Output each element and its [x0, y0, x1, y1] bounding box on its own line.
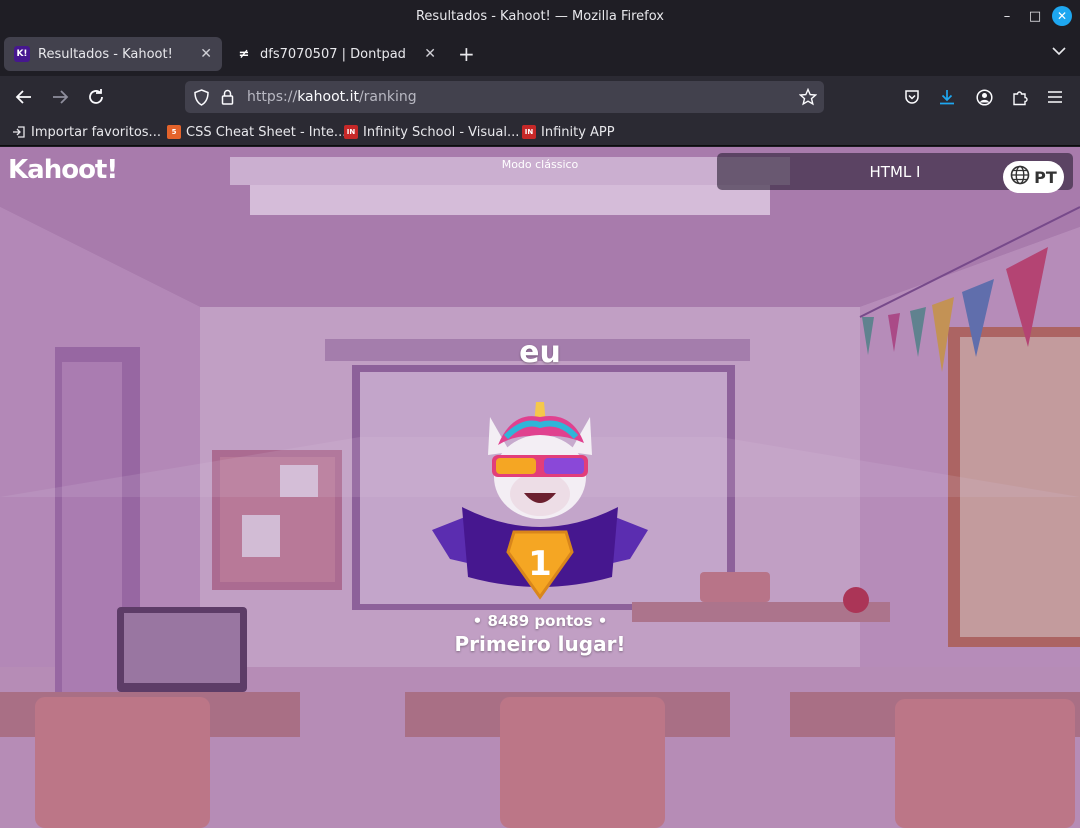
bookmark-label: Importar favoritos... [31, 124, 161, 140]
avatar-unicorn-badge: 1 [432, 402, 648, 600]
import-icon [12, 125, 26, 139]
minimize-icon[interactable]: – [997, 6, 1017, 26]
shield-icon[interactable] [194, 88, 212, 106]
bookmark-infinity-school[interactable]: IN Infinity School - Visual... [344, 123, 519, 141]
bookmark-infinity-app[interactable]: IN Infinity APP [522, 123, 615, 141]
player-placement: Primeiro lugar! [454, 632, 626, 656]
tab-list-chevron-down-icon[interactable] [1052, 45, 1066, 60]
infinity-app-icon: IN [522, 125, 536, 139]
extensions-puzzle-icon[interactable] [1010, 87, 1030, 107]
quiz-title: HTML I [869, 162, 921, 181]
bookmark-star-icon[interactable] [799, 88, 817, 106]
pocket-icon[interactable] [902, 87, 922, 107]
back-arrow-icon[interactable] [13, 86, 35, 108]
close-icon[interactable]: ✕ [1052, 6, 1072, 26]
bookmark-label: Infinity APP [541, 124, 615, 140]
tab-strip: K! Resultados - Kahoot! ✕ ≠ dfs7070507 |… [0, 33, 1080, 76]
bookmark-label: CSS Cheat Sheet - Inte... [186, 124, 347, 140]
rank-number: 1 [528, 544, 552, 584]
forward-arrow-icon[interactable] [49, 86, 71, 108]
reload-icon[interactable] [85, 86, 107, 108]
tab-label: Resultados - Kahoot! [38, 46, 173, 62]
language-selector-button[interactable]: PT [1003, 161, 1064, 193]
window-title: Resultados - Kahoot! — Mozilla Firefox [415, 9, 664, 24]
navigation-toolbar: https://kahoot.it/ranking [0, 76, 1080, 118]
address-bar[interactable]: https://kahoot.it/ranking [185, 81, 824, 113]
player-points: • 8489 pontos • [472, 612, 608, 630]
menu-hamburger-icon[interactable] [1045, 87, 1065, 107]
tab-dontpad[interactable]: ≠ dfs7070507 | Dontpad ✕ [226, 37, 446, 71]
bookmark-label: Infinity School - Visual... [363, 124, 520, 140]
bookmarks-toolbar: Importar favoritos... 5 CSS Cheat Sheet … [0, 118, 1080, 146]
globe-icon [1010, 165, 1030, 190]
tab-kahoot-results[interactable]: K! Resultados - Kahoot! ✕ [4, 37, 222, 71]
new-tab-plus-icon[interactable]: + [458, 44, 475, 64]
bookmark-css-cheat-sheet[interactable]: 5 CSS Cheat Sheet - Inte... [167, 123, 346, 141]
url-text[interactable]: https://kahoot.it/ranking [247, 89, 417, 105]
downloads-icon[interactable] [937, 87, 957, 107]
infinity-school-icon: IN [344, 125, 358, 139]
dontpad-favicon-icon: ≠ [238, 46, 250, 62]
tab-close-icon[interactable]: ✕ [424, 46, 436, 62]
lock-icon[interactable] [221, 88, 237, 106]
account-icon[interactable] [974, 87, 994, 107]
language-code: PT [1034, 167, 1057, 187]
bookmark-import[interactable]: Importar favoritos... [12, 123, 161, 141]
kahoot-favicon-icon: K! [14, 46, 30, 62]
window-titlebar: Resultados - Kahoot! — Mozilla Firefox –… [0, 0, 1080, 33]
player-nickname: eu [519, 335, 561, 370]
html5-icon: 5 [167, 125, 181, 139]
tab-label: dfs7070507 | Dontpad [260, 46, 406, 62]
kahoot-ranking-page: Kahoot! Modo clássico HTML I PT eu 1 • 8… [0, 147, 1080, 828]
tab-close-icon[interactable]: ✕ [200, 46, 212, 62]
maximize-icon[interactable]: □ [1025, 6, 1045, 26]
